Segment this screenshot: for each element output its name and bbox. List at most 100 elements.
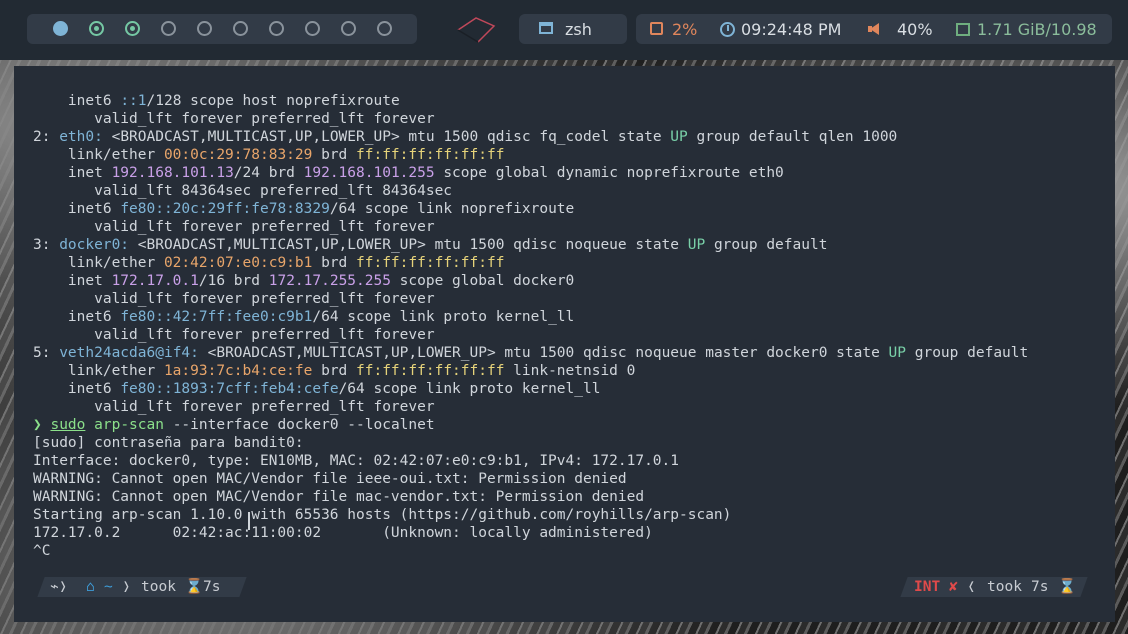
terminal-text: UP [670,129,688,145]
workspace-7-button[interactable] [269,21,284,36]
window-icon [539,22,553,34]
terminal-text: 172.17.255.255 [268,273,391,289]
memory-usage: 1.71 GiB/10.98 [977,20,1097,39]
terminal-line: valid_lft 84364sec preferred_lft 84364se… [33,182,1115,200]
terminal-line: ^C [33,542,1115,560]
terminal-text: 3: [33,237,60,253]
terminal-text: /64 scope link proto kernel_ll [338,381,601,397]
clock-icon [720,22,735,37]
terminal-window[interactable]: inet6 ::1/128 scope host noprefixroute v… [14,66,1115,622]
terminal-line: ❯ sudo arp-scan --interface docker0 --lo… [33,416,1115,434]
terminal-text: UP [687,237,706,253]
prompt-right-took-label: took [987,579,1022,595]
top-bar: zsh 2% 09:24:48 PM 40% 1.71 GiB/10.98 [0,0,1128,60]
terminal-text: 1a:93:7c:b4:ce:fe [163,363,313,379]
terminal-text: 2: [33,129,60,145]
terminal-text: ff:ff:ff:ff:ff:ff [356,363,505,379]
terminal-text: brd [312,255,357,271]
terminal-text: link/ether [33,147,164,163]
right-hourglass-icon: ⌛ [1058,579,1077,595]
terminal-text: valid_lft forever preferred_lft forever [33,111,435,127]
terminal-text: /64 scope link proto kernel_ll [312,309,575,325]
terminal-line: [sudo] contraseña para bandit0: [33,434,1115,452]
terminal-line: WARNING: Cannot open MAC/Vendor file iee… [33,470,1115,488]
prompt-right-took-time: 7s [1031,579,1049,595]
terminal-text: ^C [33,543,51,559]
terminal-text: /64 scope link noprefixroute [329,201,575,217]
system-stats: 2% 09:24:48 PM 40% 1.71 GiB/10.98 [636,14,1112,44]
terminal-text: brd [312,147,357,163]
terminal-text: 192.168.101.255 [303,165,435,181]
workspace-1-button[interactable] [53,21,68,36]
workspace-switcher [27,14,417,44]
terminal-line: inet6 fe80::20c:29ff:fe78:8329/64 scope … [33,200,1115,218]
terminal-line: 2: eth0: <BROADCAST,MULTICAST,UP,LOWER_U… [33,128,1115,146]
cpu-icon [650,22,663,35]
prompt-took-label: took [141,579,176,595]
workspace-3-button[interactable] [125,21,140,36]
terminal-line: inet6 fe80::42:7ff:fee0:c9b1/64 scope li… [33,308,1115,326]
terminal-text: 00:0c:29:78:83:29 [163,147,313,163]
terminal-text: link-netnsid 0 [504,363,636,379]
terminal-line: inet6 ::1/128 scope host noprefixroute [33,92,1115,110]
terminal-text: WARNING: Cannot open MAC/Vendor file mac… [33,489,645,505]
terminal-text: fe80::1893:7cff:feb4:cefe [120,381,339,397]
workspace-2-button[interactable] [89,21,104,36]
terminal-text: Interface: docker0, type: EN10MB, MAC: 0… [33,453,680,469]
terminal-text: inet6 [33,309,121,325]
workspace-8-button[interactable] [305,21,320,36]
terminal-text: valid_lft 84364sec preferred_lft 84364se… [33,183,453,199]
workspace-4-button[interactable] [161,21,176,36]
terminal-line: valid_lft forever preferred_lft forever [33,110,1115,128]
terminal-text: group default [705,237,828,253]
terminal-line: link/ether 00:0c:29:78:83:29 brd ff:ff:f… [33,146,1115,164]
terminal-text: [sudo] contraseña para bandit0: [33,435,304,451]
active-window-title[interactable]: zsh [519,14,627,44]
terminal-text: inet6 [33,381,121,397]
terminal-line: 5: veth24acda6@if4: <BROADCAST,MULTICAST… [33,344,1115,362]
terminal-line: WARNING: Cannot open MAC/Vendor file mac… [33,488,1115,506]
error-x-icon: ✘ [949,579,958,595]
volume-level[interactable]: 40% [897,20,933,39]
kali-dragon-icon: ⌁❭ [50,579,68,595]
text-cursor [248,512,250,530]
terminal-line: inet6 fe80::1893:7cff:feb4:cefe/64 scope… [33,380,1115,398]
terminal-text: link/ether [33,363,164,379]
terminal-text: 5: [33,345,60,361]
workspace-10-button[interactable] [377,21,392,36]
workspace-6-button[interactable] [233,21,248,36]
terminal-line: link/ether 1a:93:7c:b4:ce:fe brd ff:ff:f… [33,362,1115,380]
memory-icon [956,23,970,36]
terminal-text: valid_lft forever preferred_lft forever [33,327,435,343]
terminal-text: --interface docker0 --localnet [163,417,435,433]
terminal-line: inet 172.17.0.1/16 brd 172.17.255.255 sc… [33,272,1115,290]
terminal-line: link/ether 02:42:07:e0:c9:b1 brd ff:ff:f… [33,254,1115,272]
terminal-text: inet [33,273,112,289]
clock-time[interactable]: 09:24:48 PM [741,20,841,39]
terminal-text: link/ether [33,255,164,271]
terminal-text: ff:ff:ff:ff:ff:ff [356,255,505,271]
prompt-dir: ~ [104,579,113,595]
prompt-separator: ❭ [122,579,131,595]
workspace-5-button[interactable] [197,21,212,36]
terminal-text: brd [312,363,357,379]
terminal-text: group default [906,345,1029,361]
terminal-text: inet [33,165,112,181]
terminal-text: inet6 [33,201,121,217]
terminal-text: <BROADCAST,MULTICAST,UP,LOWER_UP> mtu 15… [129,237,688,253]
exit-status: INT [914,579,941,595]
volume-icon[interactable] [868,23,879,35]
terminal-line: 3: docker0: <BROADCAST,MULTICAST,UP,LOWE… [33,236,1115,254]
window-title-text: zsh [565,20,592,39]
terminal-text: group default qlen 1000 [687,129,898,145]
terminal-text: scope global docker0 [390,273,575,289]
terminal-text: /16 brd [198,273,269,289]
workspace-9-button[interactable] [341,21,356,36]
terminal-text: veth24acda6@if4: [59,345,199,361]
terminal-text: 192.168.101.13 [111,165,234,181]
terminal-text: docker0: [59,237,130,253]
cpu-usage: 2% [672,20,698,39]
terminal-text: /128 scope host noprefixroute [146,93,400,109]
terminal-text: 02:42:07:e0:c9:b1 [163,255,313,271]
terminal-text: inet6 [33,93,121,109]
